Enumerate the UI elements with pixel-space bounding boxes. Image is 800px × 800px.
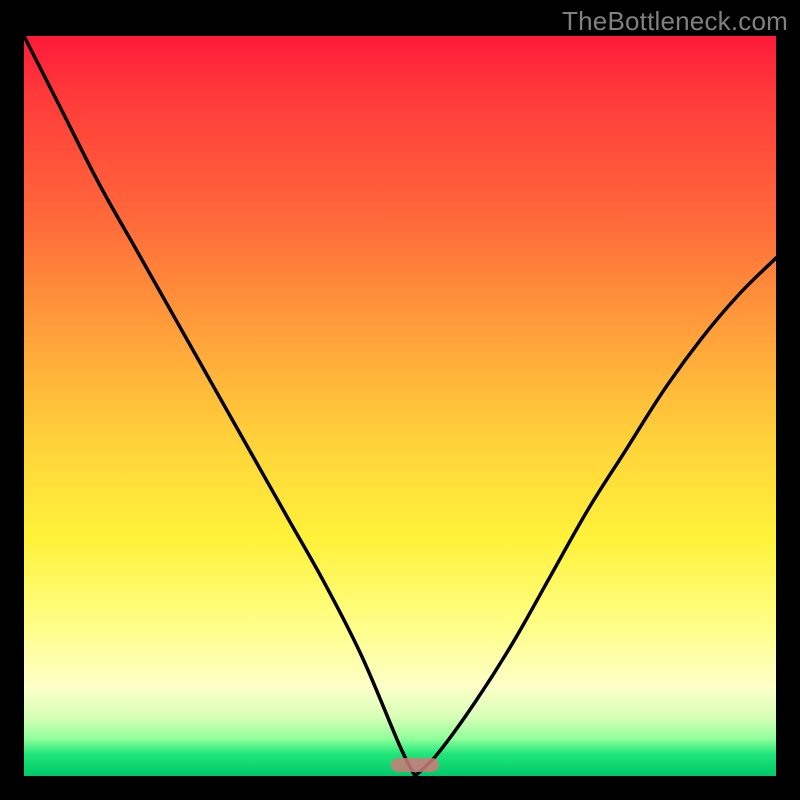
bottleneck-curve [24,36,776,776]
watermark-text: TheBottleneck.com [562,6,788,37]
plot-area [24,36,776,776]
chart-frame: TheBottleneck.com [0,0,800,800]
optimal-marker [391,758,439,772]
